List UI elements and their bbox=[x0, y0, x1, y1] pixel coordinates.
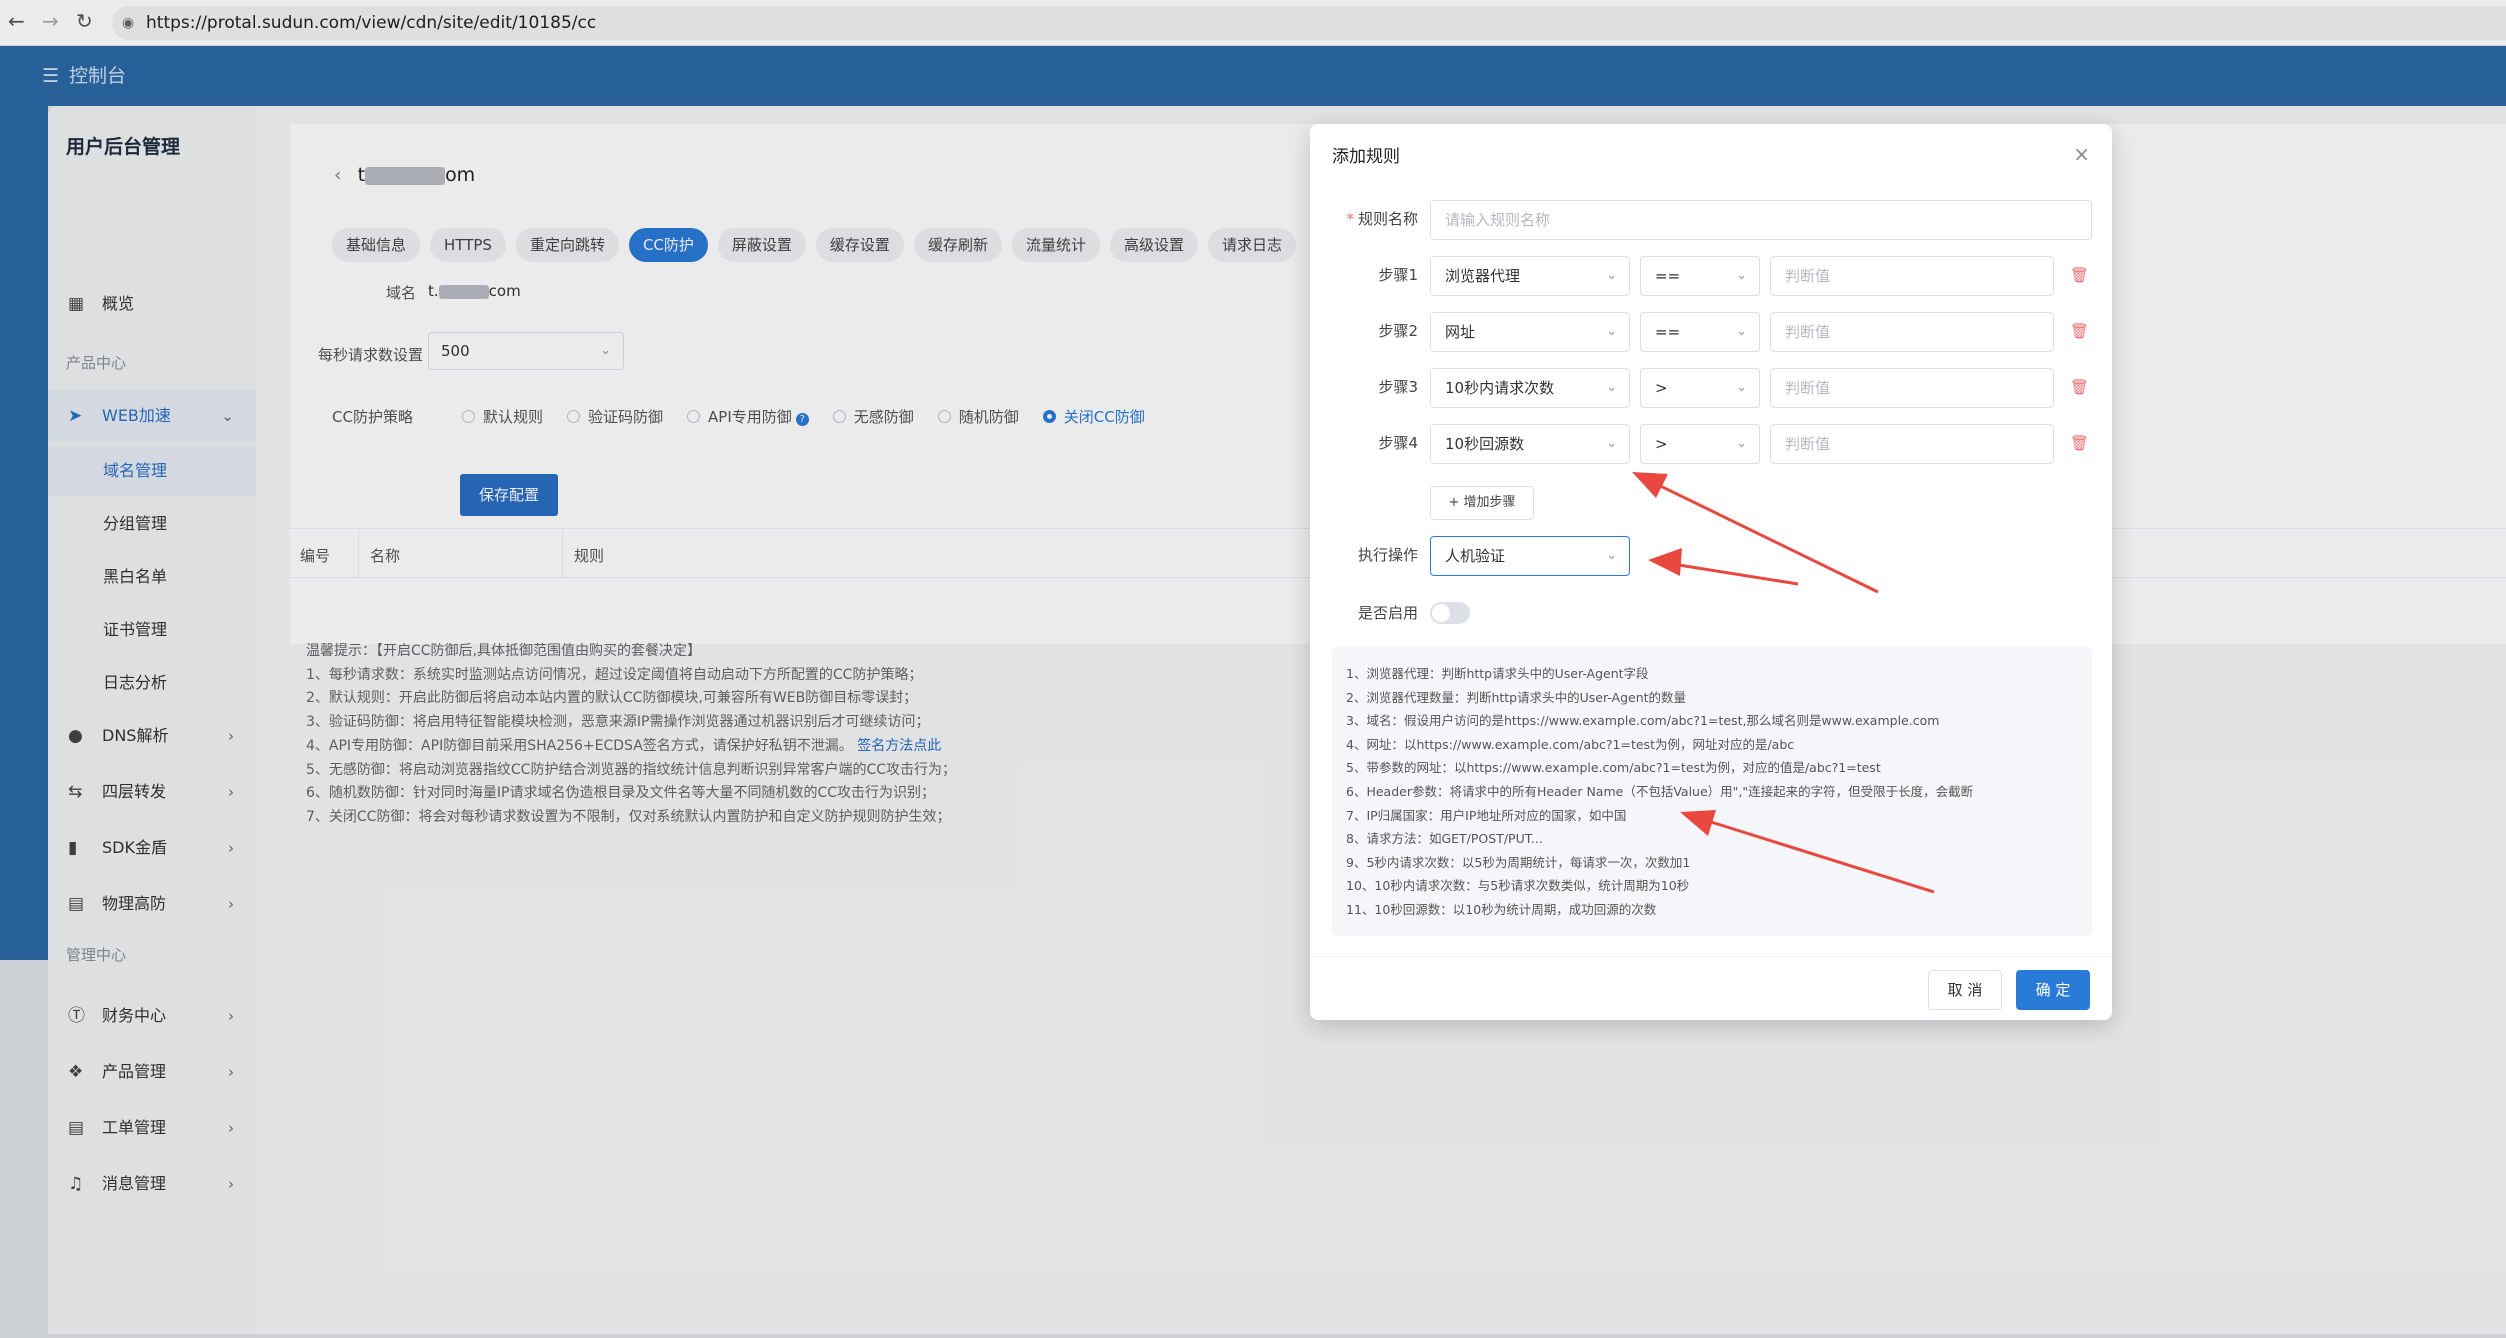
step-op-value: == bbox=[1655, 323, 1681, 341]
step-field-value: 网址 bbox=[1445, 323, 1476, 341]
step-field-value: 10秒内请求次数 bbox=[1445, 379, 1555, 397]
note-line: 3、域名：假设用户访问的是https://www.example.com/abc… bbox=[1346, 713, 1940, 729]
note-line: 8、请求方法：如GET/POST/PUT... bbox=[1346, 831, 1543, 847]
delete-step-icon[interactable]: 🗑 bbox=[2070, 378, 2089, 396]
note-line: 10、10秒内请求次数：与5秒请求次数类似，统计周期为10秒 bbox=[1346, 878, 1690, 894]
step-op-value: > bbox=[1655, 379, 1668, 397]
dialog-footer-divider bbox=[1310, 956, 2112, 957]
step-op-select[interactable]: == ⌄ bbox=[1640, 312, 1760, 352]
step-field-select[interactable]: 10秒回源数 ⌄ bbox=[1430, 424, 1630, 464]
chevron-down-icon: ⌄ bbox=[1606, 436, 1617, 451]
cancel-button[interactable]: 取 消 bbox=[1928, 970, 2002, 1010]
step-op-value: > bbox=[1655, 435, 1668, 453]
confirm-button[interactable]: 确 定 bbox=[2016, 970, 2090, 1010]
note-line: 5、带参数的网址：以https://www.example.com/abc?1=… bbox=[1346, 760, 1881, 776]
step-op-value: == bbox=[1655, 267, 1681, 285]
note-line: 4、网址：以https://www.example.com/abc?1=test… bbox=[1346, 736, 1795, 752]
dialog-title: 添加规则 bbox=[1332, 147, 1400, 167]
enable-label: 是否启用 bbox=[1357, 604, 1418, 622]
field-notes: 1、浏览器代理：判断http请求头中的User-Agent字段 2、浏览器代理数… bbox=[1332, 646, 2092, 936]
delete-step-icon[interactable]: 🗑 bbox=[2070, 322, 2089, 340]
note-line: 6、Header参数：将请求中的所有Header Name（不包括Value）用… bbox=[1346, 783, 1974, 799]
chevron-down-icon: ⌄ bbox=[1606, 548, 1617, 563]
enable-toggle[interactable] bbox=[1430, 602, 1470, 624]
add-step-label: 增加步骤 bbox=[1463, 495, 1516, 510]
chevron-down-icon: ⌄ bbox=[1736, 380, 1747, 395]
add-rule-dialog: 添加规则 × * 规则名称 请输入规则名称 步骤1 浏览器代理 ⌄ == ⌄ 判断值 … bbox=[1310, 124, 2112, 1020]
step-label: 步骤4 bbox=[1378, 434, 1418, 452]
action-label: 执行操作 bbox=[1357, 546, 1418, 564]
step-value-input[interactable]: 判断值 bbox=[1770, 368, 2054, 408]
note-line: 2、浏览器代理数量：判断http请求头中的User-Agent的数量 bbox=[1346, 689, 1687, 705]
step-field-select[interactable]: 10秒内请求次数 ⌄ bbox=[1430, 368, 1630, 408]
required-mark: * bbox=[1346, 210, 1354, 228]
delete-step-icon[interactable]: 🗑 bbox=[2070, 266, 2089, 284]
chevron-down-icon: ⌄ bbox=[1736, 436, 1747, 451]
toggle-knob bbox=[1432, 604, 1450, 622]
step-label: 步骤3 bbox=[1378, 378, 1418, 396]
action-select[interactable]: 人机验证 ⌄ bbox=[1430, 536, 1630, 576]
step-op-select[interactable]: == ⌄ bbox=[1640, 256, 1760, 296]
step-value-input[interactable]: 判断值 bbox=[1770, 312, 2054, 352]
chevron-down-icon: ⌄ bbox=[1606, 324, 1617, 339]
add-step-button[interactable]: + 增加步骤 bbox=[1430, 486, 1534, 520]
plus-icon: + bbox=[1448, 495, 1464, 510]
rule-name-label: * 规则名称 bbox=[1340, 208, 1418, 229]
step-op-select[interactable]: > ⌄ bbox=[1640, 368, 1760, 408]
close-icon[interactable]: × bbox=[2073, 142, 2090, 166]
delete-step-icon[interactable]: 🗑 bbox=[2070, 434, 2089, 452]
chevron-down-icon: ⌄ bbox=[1606, 380, 1617, 395]
step-op-select[interactable]: > ⌄ bbox=[1640, 424, 1760, 464]
step-field-select[interactable]: 网址 ⌄ bbox=[1430, 312, 1630, 352]
step-field-select[interactable]: 浏览器代理 ⌄ bbox=[1430, 256, 1630, 296]
step-field-value: 10秒回源数 bbox=[1445, 435, 1525, 453]
step-label: 步骤2 bbox=[1378, 322, 1418, 340]
step-field-value: 浏览器代理 bbox=[1445, 267, 1521, 285]
note-line: 11、10秒回源数：以10秒为统计周期，成功回源的次数 bbox=[1346, 901, 1657, 917]
step-label: 步骤1 bbox=[1378, 266, 1418, 284]
chevron-down-icon: ⌄ bbox=[1736, 324, 1747, 339]
note-line: 7、IP归属国家：用户IP地址所对应的国家，如中国 bbox=[1346, 807, 1627, 823]
modal-overlay[interactable] bbox=[0, 0, 2506, 1338]
step-value-input[interactable]: 判断值 bbox=[1770, 424, 2054, 464]
chevron-down-icon: ⌄ bbox=[1736, 268, 1747, 283]
rule-name-label-text: 规则名称 bbox=[1357, 210, 1418, 228]
rule-name-input[interactable]: 请输入规则名称 bbox=[1430, 200, 2092, 240]
note-line: 9、5秒内请求次数：以5秒为周期统计，每请求一次，次数加1 bbox=[1346, 854, 1691, 870]
step-value-input[interactable]: 判断值 bbox=[1770, 256, 2054, 296]
action-value: 人机验证 bbox=[1445, 547, 1506, 565]
note-line: 1、浏览器代理：判断http请求头中的User-Agent字段 bbox=[1346, 666, 1649, 681]
chevron-down-icon: ⌄ bbox=[1606, 268, 1617, 283]
